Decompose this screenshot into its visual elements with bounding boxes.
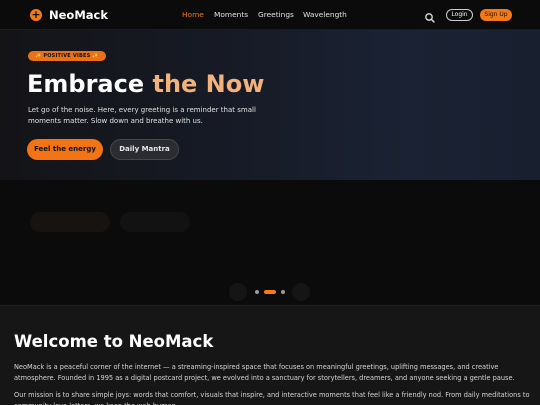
hero-title: Embrace the Now [27, 70, 264, 98]
nav-link-wavelength[interactable]: Wavelength [303, 10, 347, 20]
welcome-title: Welcome to NeoMack [14, 332, 214, 351]
carousel-next-button[interactable] [292, 283, 310, 301]
welcome-section: Welcome to NeoMack NeoMack is a peaceful… [0, 305, 540, 405]
hero-title-main: Embrace [27, 70, 153, 98]
daily-mantra-button[interactable]: Daily Mantra [110, 139, 179, 160]
faded-slide-button [30, 212, 110, 232]
carousel-prev-button[interactable] [229, 283, 247, 301]
hero-title-accent: the Now [152, 70, 265, 98]
welcome-paragraph: Our mission is to share simple joys: wor… [14, 391, 530, 405]
nav-link-home[interactable]: Home [182, 10, 204, 20]
faded-slide-button [120, 212, 190, 232]
carousel-dot[interactable] [255, 290, 259, 294]
hero-description: Let go of the noise. Here, every greetin… [28, 106, 256, 125]
positive-vibes-badge: ✨ POSITIVE VIBES ✨ [28, 51, 106, 61]
plus-circle-icon: + [30, 8, 42, 21]
carousel-slide-area [0, 180, 540, 305]
brand-logo[interactable]: + NeoMack [30, 8, 108, 22]
top-navbar: + NeoMack Home Moments Greetings Wavelen… [0, 0, 540, 30]
search-icon[interactable] [424, 9, 436, 23]
feel-the-energy-button[interactable]: Feel the energy [27, 139, 103, 160]
login-button[interactable]: Login [446, 9, 473, 21]
nav-link-greetings[interactable]: Greetings [258, 10, 294, 20]
signup-button[interactable]: Sign Up [480, 9, 512, 21]
carousel-dot[interactable] [281, 290, 285, 294]
nav-link-moments[interactable]: Moments [214, 10, 248, 20]
welcome-paragraph: NeoMack is a peaceful corner of the inte… [14, 363, 515, 382]
carousel-dot-active[interactable] [264, 290, 276, 294]
brand-name: NeoMack [49, 8, 108, 22]
hero-section: ✨ POSITIVE VIBES ✨ Embrace the Now Let g… [0, 30, 540, 180]
